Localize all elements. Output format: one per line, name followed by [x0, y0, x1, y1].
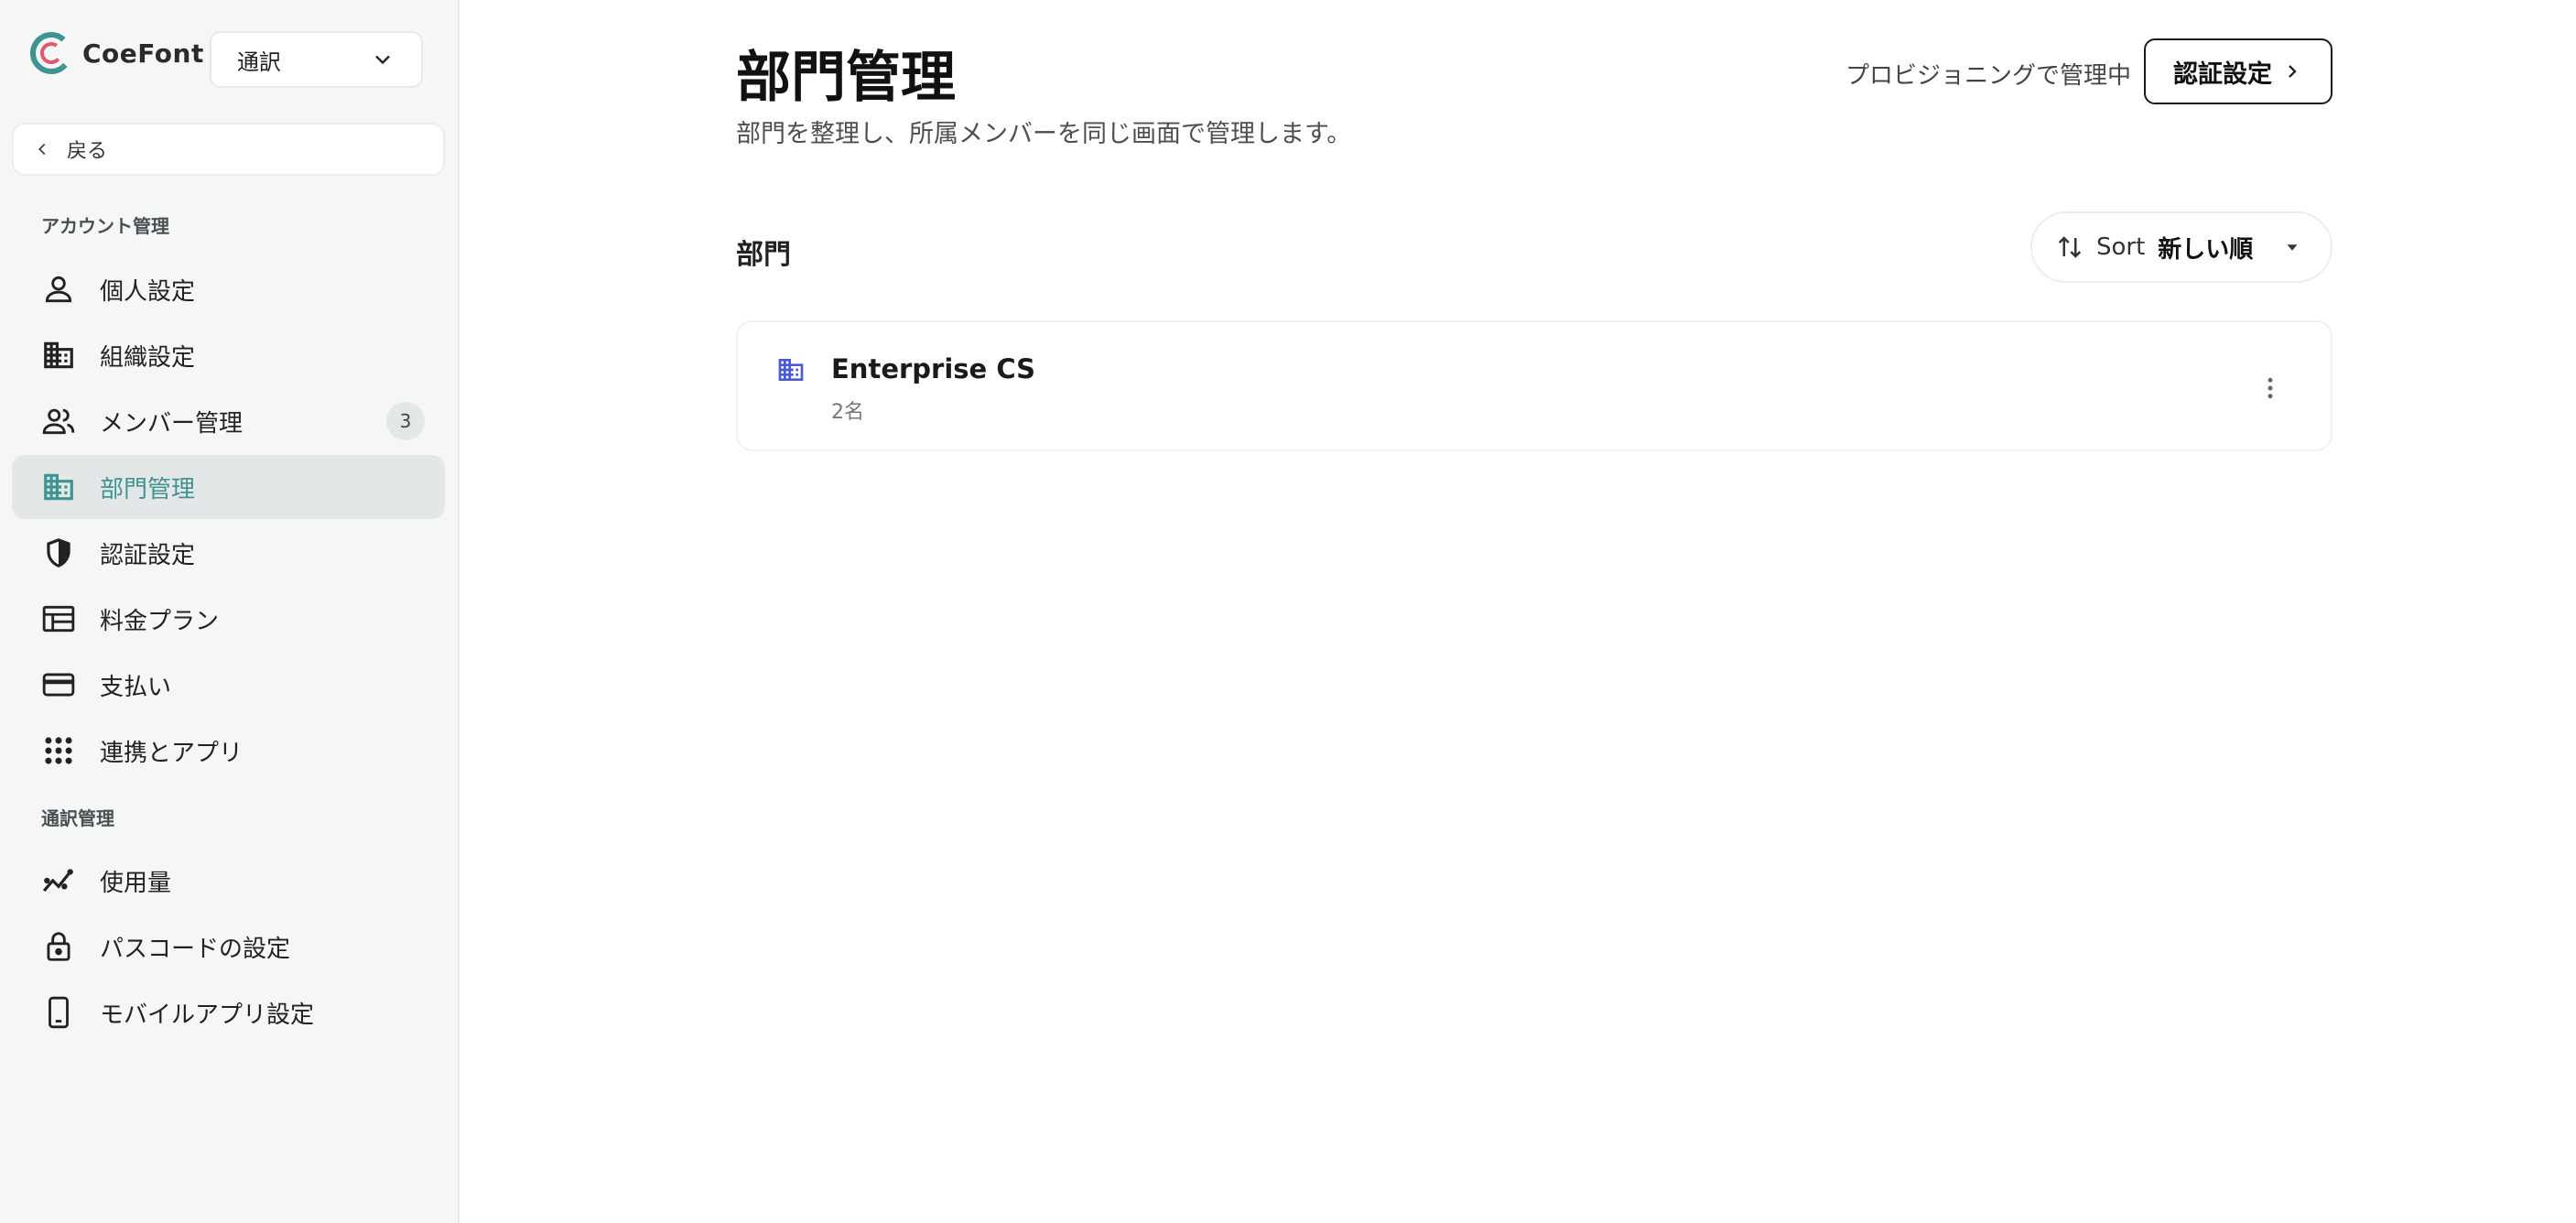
sidebar-item-label: 連携とアプリ	[100, 739, 244, 767]
sidebar-item-integrations[interactable]: 連携とアプリ	[12, 719, 445, 783]
grid-icon	[45, 737, 72, 764]
caret-down-icon	[2287, 244, 2298, 251]
product-select-value: 通訳	[237, 49, 281, 75]
sidebar-item-label: モバイルアプリ設定	[100, 1001, 315, 1029]
shield-icon	[47, 538, 70, 568]
sidebar-item-members[interactable]: メンバー管理 3	[12, 389, 445, 453]
sidebar-item-payment[interactable]: 支払い	[12, 653, 445, 717]
interpret-section-label: 通訳管理	[41, 807, 114, 829]
sidebar-item-label: 料金プラン	[100, 607, 220, 635]
brand-name: CoeFont	[82, 38, 204, 69]
auth-settings-button[interactable]: 認証設定	[2144, 38, 2332, 104]
sidebar-item-label: 使用量	[100, 869, 172, 897]
chevron-left-icon	[38, 143, 46, 156]
chevron-right-icon	[2289, 65, 2297, 78]
page-subtitle: 部門を整理し、所属メンバーを同じ画面で管理します。	[736, 120, 1352, 148]
sidebar-item-authentication[interactable]: 認証設定	[12, 521, 445, 585]
member-count-badge: 3	[386, 402, 425, 440]
sort-dropdown[interactable]: Sort 新しい順	[2030, 211, 2332, 283]
building-icon	[44, 341, 73, 369]
sidebar-item-departments[interactable]: 部門管理	[12, 455, 445, 519]
sidebar-item-personal[interactable]: 個人設定	[12, 257, 445, 321]
coefont-logo-icon	[30, 32, 72, 74]
product-select[interactable]: 通訳	[210, 31, 423, 88]
sidebar-item-label: 組織設定	[100, 343, 196, 372]
back-button[interactable]: 戻る	[12, 123, 445, 176]
more-vertical-icon	[2268, 377, 2273, 399]
sidebar-item-label: 支払い	[100, 673, 172, 701]
sidebar-item-passcode[interactable]: パスコードの設定	[12, 915, 445, 979]
people-icon	[42, 408, 75, 435]
department-name: Enterprise CS	[831, 353, 1036, 384]
brand[interactable]: CoeFont	[29, 31, 204, 75]
department-more-button[interactable]	[2250, 368, 2290, 408]
sidebar-item-pricing-plan[interactable]: 料金プラン	[12, 587, 445, 651]
sidebar-item-usage[interactable]: 使用量	[12, 849, 445, 913]
sidebar-item-label: 部門管理	[100, 475, 196, 503]
lock-icon	[47, 932, 70, 961]
department-building-icon	[778, 359, 804, 381]
phone-icon	[49, 996, 69, 1029]
provisioning-status: プロビジョニングで管理中	[1845, 62, 2132, 90]
sidebar-item-label: パスコードの設定	[100, 935, 291, 963]
person-icon	[45, 276, 72, 303]
chevron-down-icon	[375, 55, 390, 65]
sort-icon	[2058, 236, 2082, 258]
auth-settings-label: 認証設定	[2173, 60, 2272, 89]
plan-icon	[42, 605, 75, 633]
sidebar-item-label: 個人設定	[100, 277, 196, 306]
sidebar: CoeFont 通訳 戻る アカウント管理 個人設定 組織設定 メンバー管理 3…	[0, 0, 460, 1223]
sort-value: 新しい順	[2158, 235, 2254, 264]
sidebar-item-mobile-app[interactable]: モバイルアプリ設定	[12, 980, 445, 1044]
credit-card-icon	[42, 673, 75, 697]
department-member-count: 2名	[831, 401, 864, 424]
department-icon	[44, 473, 73, 501]
page-title: 部門管理	[736, 46, 956, 110]
department-card[interactable]: Enterprise CS 2名	[736, 320, 2332, 451]
departments-section-title: 部門	[736, 239, 791, 271]
usage-chart-icon	[42, 869, 73, 893]
sort-label: Sort	[2096, 233, 2146, 261]
sidebar-item-label: 認証設定	[100, 541, 196, 569]
sidebar-item-organization[interactable]: 組織設定	[12, 323, 445, 387]
sidebar-item-label: メンバー管理	[100, 409, 244, 438]
back-label: 戻る	[67, 140, 108, 163]
account-section-label: アカウント管理	[41, 215, 169, 237]
